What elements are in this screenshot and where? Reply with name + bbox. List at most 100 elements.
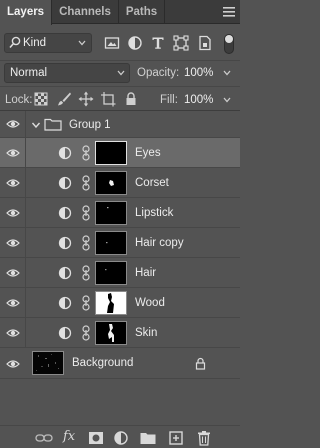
blend-mode-select[interactable]: Normal bbox=[4, 63, 130, 83]
fill-label: Fill: bbox=[160, 94, 178, 106]
layer-mask-thumbnail[interactable] bbox=[95, 201, 127, 225]
layer-row-wood[interactable]: Wood bbox=[0, 288, 240, 318]
chevron-down-icon bbox=[117, 70, 125, 76]
shape-filter-icon[interactable] bbox=[173, 35, 189, 51]
layer-name: Corset bbox=[135, 177, 169, 189]
layer-mask-thumbnail[interactable] bbox=[95, 261, 127, 285]
eye-cell bbox=[0, 348, 26, 378]
chain-link-icon[interactable] bbox=[82, 265, 90, 281]
layer-name: Hair copy bbox=[135, 237, 184, 249]
layer-name: Skin bbox=[135, 327, 158, 339]
chain-link-icon[interactable] bbox=[82, 175, 90, 191]
mask-dot bbox=[106, 242, 108, 244]
layers-list: Group 1 Eyes Corset Lipstick Hair copy H… bbox=[0, 110, 240, 379]
eye-icon[interactable] bbox=[6, 147, 20, 159]
layer-name: Lipstick bbox=[135, 207, 174, 219]
add-mask-icon[interactable] bbox=[87, 429, 105, 447]
layer-row-hair-copy[interactable]: Hair copy bbox=[0, 228, 240, 258]
layer-thumbnail[interactable] bbox=[32, 351, 64, 375]
filter-toggle[interactable] bbox=[224, 34, 234, 54]
layer-row-corset[interactable]: Corset bbox=[0, 168, 240, 198]
panel-tabs: Layers Channels Paths bbox=[0, 0, 240, 25]
chain-link-icon[interactable] bbox=[82, 145, 90, 161]
mask-corset-shape bbox=[109, 180, 114, 186]
layer-row-lipstick[interactable]: Lipstick bbox=[0, 198, 240, 228]
new-adjustment-icon[interactable] bbox=[112, 429, 130, 447]
layer-group-row[interactable]: Group 1 bbox=[0, 111, 240, 138]
tab-channels[interactable]: Channels bbox=[52, 0, 119, 24]
lock-image-pixels-icon[interactable] bbox=[56, 91, 72, 107]
mask-wood-shape bbox=[107, 293, 114, 313]
lock-icon bbox=[195, 357, 206, 370]
eye-cell bbox=[0, 228, 26, 257]
eye-cell bbox=[0, 258, 26, 287]
adjustment-layer-icon bbox=[58, 236, 72, 250]
chevron-down-icon[interactable] bbox=[222, 67, 232, 79]
layer-mask-thumbnail[interactable] bbox=[95, 171, 127, 195]
chain-link-icon[interactable] bbox=[82, 235, 90, 251]
opacity-input[interactable]: 100% bbox=[184, 67, 213, 79]
blend-mode-value: Normal bbox=[10, 67, 48, 79]
tab-layers[interactable]: Layers bbox=[0, 0, 53, 25]
link-layers-icon[interactable] bbox=[35, 429, 53, 447]
layer-row-hair[interactable]: Hair bbox=[0, 258, 240, 288]
chain-link-icon[interactable] bbox=[82, 295, 90, 311]
eye-cell bbox=[0, 198, 26, 227]
eye-icon[interactable] bbox=[6, 118, 20, 130]
adjustment-layer-icon bbox=[58, 326, 72, 340]
chevron-down-icon[interactable] bbox=[31, 120, 41, 130]
mask-dot bbox=[105, 269, 107, 271]
layer-mask-thumbnail[interactable] bbox=[95, 141, 127, 165]
chain-link-icon[interactable] bbox=[82, 325, 90, 341]
chevron-down-icon[interactable] bbox=[222, 94, 232, 106]
lock-row: Lock: Fill: 100% bbox=[0, 86, 240, 110]
eye-icon[interactable] bbox=[6, 358, 20, 370]
pixel-filter-icon[interactable] bbox=[104, 35, 120, 51]
kind-filter-select[interactable]: Kind bbox=[4, 33, 92, 53]
eye-icon[interactable] bbox=[6, 207, 20, 219]
adjustment-filter-icon[interactable] bbox=[127, 35, 143, 51]
new-layer-icon[interactable] bbox=[167, 429, 185, 447]
layer-name: Hair bbox=[135, 267, 157, 279]
layer-mask-thumbnail[interactable] bbox=[95, 291, 127, 315]
delete-icon[interactable] bbox=[195, 429, 213, 447]
search-icon bbox=[9, 36, 21, 49]
toggle-knob bbox=[225, 35, 233, 43]
layers-toolbar: fx bbox=[0, 425, 240, 448]
opacity-label: Opacity: bbox=[137, 67, 180, 79]
lock-position-icon[interactable] bbox=[78, 91, 94, 107]
mask-skin-shape bbox=[108, 324, 114, 342]
eye-icon[interactable] bbox=[6, 237, 20, 249]
adjustment-layer-icon bbox=[58, 296, 72, 310]
layer-name: Eyes bbox=[135, 147, 161, 159]
lock-all-icon[interactable] bbox=[123, 91, 139, 107]
fill-input[interactable]: 100% bbox=[184, 94, 213, 106]
chevron-down-icon bbox=[78, 40, 86, 46]
lock-transparent-pixels-icon[interactable] bbox=[33, 91, 49, 107]
mask-dot bbox=[107, 207, 109, 209]
adjustment-layer-icon bbox=[58, 176, 72, 190]
eye-icon[interactable] bbox=[6, 267, 20, 279]
eye-icon[interactable] bbox=[6, 177, 20, 189]
eye-cell bbox=[0, 288, 26, 317]
layer-name: Wood bbox=[135, 297, 165, 309]
tab-paths[interactable]: Paths bbox=[119, 0, 166, 24]
eye-icon[interactable] bbox=[6, 297, 20, 309]
kind-filter-label: Kind bbox=[23, 37, 47, 49]
folder-icon bbox=[44, 118, 62, 131]
fx-icon[interactable]: fx bbox=[63, 429, 75, 444]
layer-mask-thumbnail[interactable] bbox=[95, 321, 127, 345]
layer-row-background[interactable]: Background bbox=[0, 348, 240, 379]
chain-link-icon[interactable] bbox=[82, 205, 90, 221]
adjustment-layer-icon bbox=[58, 206, 72, 220]
type-filter-icon[interactable] bbox=[150, 35, 166, 51]
layer-mask-thumbnail[interactable] bbox=[95, 231, 127, 255]
eye-icon[interactable] bbox=[6, 327, 20, 339]
lock-artboard-icon[interactable] bbox=[100, 91, 116, 107]
new-group-icon[interactable] bbox=[139, 429, 157, 447]
smart-object-filter-icon[interactable] bbox=[197, 35, 213, 51]
panel-menu-icon[interactable] bbox=[222, 6, 236, 18]
eye-cell bbox=[0, 318, 26, 347]
layer-row-eyes[interactable]: Eyes bbox=[0, 138, 240, 168]
layer-row-skin[interactable]: Skin bbox=[0, 318, 240, 348]
